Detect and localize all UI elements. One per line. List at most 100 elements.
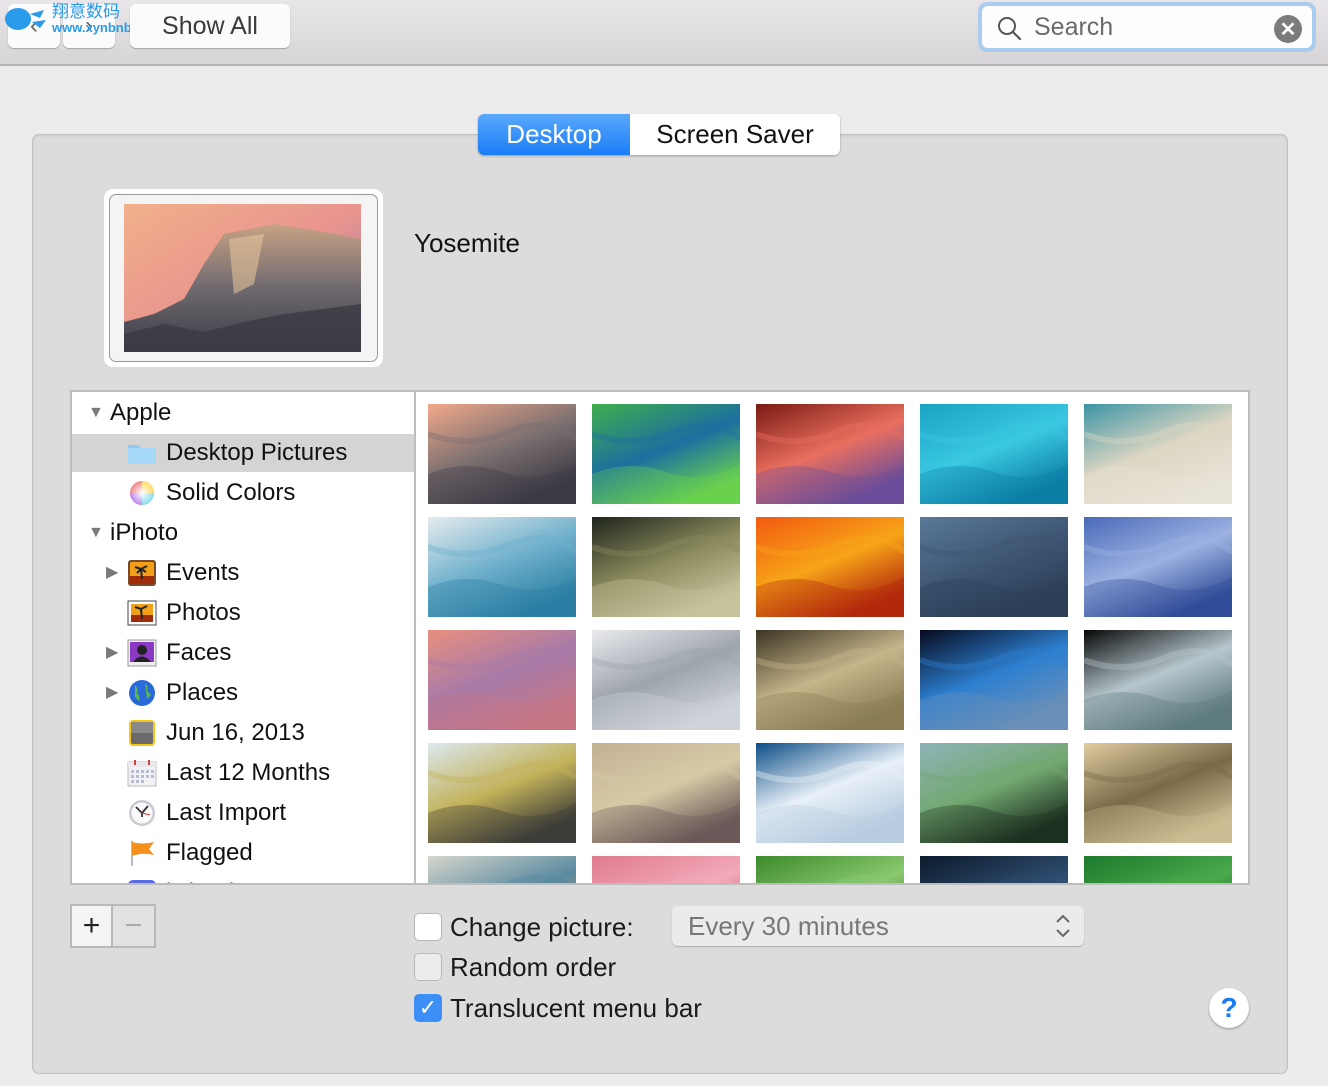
sidebar-item-solid-colors[interactable]: Solid Colors (72, 474, 416, 512)
sidebar-item-icloud[interactable]: ▶iCloud (72, 874, 416, 883)
sidebar-item-label: Events (166, 559, 240, 586)
disclosure-collapsed-icon[interactable]: ▶ (106, 685, 122, 701)
flag-icon (127, 839, 157, 867)
sidebar-item-jun-16-2013[interactable]: Jun 16, 2013 (72, 714, 416, 752)
sidebar-item-label: Places (166, 679, 239, 706)
wallpaper-thumbnail-blue-glacier[interactable] (1084, 517, 1232, 617)
wallpaper-thumbnail-lily-pads[interactable] (920, 743, 1068, 843)
disclosure-collapsed-icon[interactable]: ▶ (106, 565, 122, 581)
sidebar-item-last-12-months[interactable]: Last 12 Months (72, 754, 416, 792)
sidebar-item-faces[interactable]: ▶ Faces (72, 634, 416, 672)
faces-icon (127, 639, 157, 667)
clear-search-button[interactable]: ✕ (1274, 15, 1302, 43)
interval-select[interactable]: Every 30 minutes (672, 906, 1084, 946)
add-remove-control: + − (70, 904, 156, 948)
clock-icon (127, 799, 157, 827)
search-field: ✕ (978, 2, 1316, 52)
sidebar-item-desktop-pictures[interactable]: Desktop Pictures (72, 434, 416, 472)
wallpaper-thumbnail-frozen-forest[interactable] (428, 517, 576, 617)
sidebar-item-events[interactable]: ▶ Events (72, 554, 416, 592)
wallpaper-thumbnail-grass[interactable] (592, 517, 740, 617)
sidebar-item-label: Apple (110, 399, 172, 426)
sidebar-item-flagged[interactable]: Flagged (72, 834, 416, 872)
wallpaper-thumbnail-flamingos[interactable] (592, 743, 740, 843)
wallpaper-thumbnail-pink-dunes[interactable] (428, 630, 576, 730)
wallpaper-thumbnail-waves-pattern[interactable] (920, 517, 1068, 617)
wallpaper-thumbnail-night-sky[interactable] (920, 856, 1068, 885)
disclosure-collapsed-icon[interactable]: ▶ (106, 645, 122, 661)
sidebar-item-label: Last Import (166, 799, 287, 826)
sidebar-item-label: iPhoto (110, 519, 179, 546)
tab-screen-saver[interactable]: Screen Saver (630, 114, 840, 155)
wallpaper-name: Yosemite (414, 228, 520, 258)
wallpaper-thumbnail-abstract-orange[interactable] (756, 517, 904, 617)
chevron-right-icon: › (85, 12, 93, 39)
wallpaper-thumbnail-beach[interactable] (1084, 404, 1232, 504)
wallpaper-thumbnail-ice-crack[interactable] (756, 743, 904, 843)
wallpaper-thumbnail-earth-horizon[interactable] (920, 630, 1068, 730)
wallpaper-thumbnail-earth-clouds[interactable] (1084, 630, 1232, 730)
tab-control: Desktop Screen Saver (478, 114, 840, 155)
random-order-checkbox[interactable] (414, 953, 442, 981)
forward-button[interactable]: › (63, 4, 115, 48)
wallpaper-thumbnail-foggy-lake[interactable] (592, 630, 740, 730)
wallpaper-thumbnail-green-blades[interactable] (1084, 856, 1232, 885)
disclosure-expanded-icon[interactable]: ▼ (88, 525, 104, 541)
sidebar-item-apple[interactable]: ▼ Apple (72, 394, 416, 432)
change-picture-checkbox[interactable] (414, 913, 442, 941)
globe-icon (127, 679, 157, 707)
sidebar-item-iphoto[interactable]: ▼ iPhoto (72, 514, 416, 552)
chevron-left-icon: ‹ (30, 12, 38, 39)
wallpaper-thumbnail-antelope-canyon[interactable] (756, 404, 904, 504)
sidebar-item-places[interactable]: ▶ Places (72, 674, 416, 712)
sidebar-item-label: Solid Colors (166, 479, 296, 506)
help-button[interactable]: ? (1209, 988, 1249, 1028)
search-icon (998, 17, 1022, 41)
wallpaper-thumbnail-turquoise-reef[interactable] (920, 404, 1068, 504)
sidebar-item-label: iCloud (166, 879, 234, 883)
toolbar: ‹ › 翔意数码 www.xynbnb.com Show All ✕ (0, 0, 1328, 66)
random-order-row: Random order (414, 952, 616, 982)
wallpaper-thumbnail-green-leaf[interactable] (756, 856, 904, 885)
search-input[interactable] (1034, 12, 1264, 42)
interval-value: Every 30 minutes (688, 910, 889, 941)
tab-desktop[interactable]: Desktop (478, 114, 630, 155)
sidebar-item-last-import[interactable]: Last Import (72, 794, 416, 832)
change-picture-label: Change picture: (450, 911, 634, 942)
sidebar-item-photos[interactable]: Photos (72, 594, 416, 632)
sidebar-item-label: Flagged (166, 839, 253, 866)
change-picture-row: Change picture: (414, 912, 634, 942)
translucent-menu-bar-checkbox[interactable]: ✓ (414, 994, 442, 1022)
yosemite-preview-image (124, 204, 361, 352)
current-wallpaper-preview (104, 189, 383, 367)
photos-icon (127, 599, 157, 627)
up-down-arrows-icon (1056, 914, 1070, 938)
remove-folder-button[interactable]: − (113, 906, 154, 946)
wallpaper-thumbnail-autumn-hills[interactable] (428, 856, 576, 885)
wallpaper-thumbnail-misty-forest[interactable] (1084, 743, 1232, 843)
sidebar-item-label: Photos (166, 599, 241, 626)
wallpaper-thumbnail-waterfall[interactable] (756, 630, 904, 730)
random-order-label: Random order (450, 951, 617, 982)
sidebar-item-label: Last 12 Months (166, 759, 331, 786)
sidebar-item-label: Jun 16, 2013 (166, 719, 305, 746)
wallpaper-thumbnail-green-ocean[interactable] (592, 404, 740, 504)
sidebar-item-label: Faces (166, 639, 232, 666)
disclosure-expanded-icon[interactable]: ▼ (88, 405, 104, 421)
back-button[interactable]: ‹ (8, 4, 60, 48)
show-all-button[interactable]: Show All (130, 4, 290, 48)
wallpaper-thumbnail-pink-grass[interactable] (592, 856, 740, 885)
color-wheel-icon (127, 479, 157, 507)
source-list[interactable]: ▼ Apple Desktop Pictures Solid Colors ▼ iPhot… (70, 390, 416, 885)
calendar-icon (127, 759, 157, 787)
wallpaper-thumbnail-elephant[interactable] (428, 743, 576, 843)
wallpaper-thumbnail-yosemite[interactable] (428, 404, 576, 504)
wallpaper-grid[interactable] (414, 390, 1250, 885)
close-icon: ✕ (1279, 18, 1297, 41)
folder-icon (127, 439, 157, 467)
translucent-menu-bar-row: ✓ Translucent menu bar (414, 993, 702, 1023)
checkmark-icon: ✓ (418, 995, 438, 1020)
event-album-icon (127, 719, 157, 747)
sidebar-item-label: Desktop Pictures (166, 439, 348, 466)
add-folder-button[interactable]: + (72, 906, 114, 946)
